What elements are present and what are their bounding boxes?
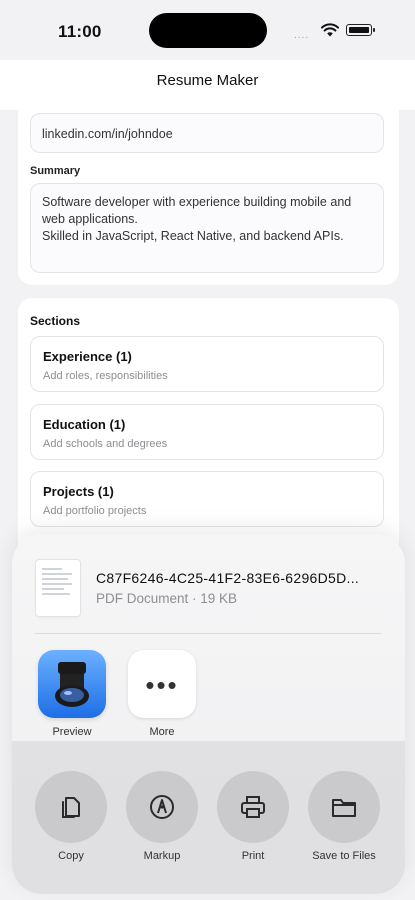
status-bar: 11:00 .... <box>0 0 415 60</box>
share-sheet: C87F6246-4C25-41F2-83E6-6296D5D... PDF D… <box>12 534 405 894</box>
dynamic-island <box>149 13 267 48</box>
sections-title: Sections <box>30 314 81 328</box>
file-meta: PDF Document · 19 KB <box>96 591 238 606</box>
battery-icon <box>346 24 375 36</box>
summary-label: Summary <box>30 165 81 177</box>
divider <box>34 633 382 634</box>
signal-icon: .... <box>294 30 310 41</box>
app-label: Preview <box>52 726 92 738</box>
linkedin-field[interactable]: linkedin.com/in/johndoe <box>30 113 384 153</box>
section-item-title: Experience (1) <box>43 349 132 364</box>
markup-label: Markup <box>143 850 181 862</box>
section-item-subtitle: Add roles, responsibilities <box>43 370 168 382</box>
section-item-title: Education (1) <box>43 417 126 432</box>
preview-app-button[interactable] <box>38 650 106 718</box>
section-item-education[interactable]: Education (1) Add schools and degrees <box>30 404 384 460</box>
preview-app-icon <box>55 662 89 707</box>
actions-row: Copy Markup Print Save to Files <box>12 741 405 894</box>
page-title: Resume Maker <box>156 72 259 89</box>
section-item-subtitle: Add portfolio projects <box>43 505 147 517</box>
copy-icon <box>62 797 80 818</box>
more-button[interactable]: ••• <box>128 650 196 718</box>
sections-card: Sections Experience (1) Add roles, respo… <box>18 298 399 558</box>
app-label: More <box>149 726 175 738</box>
section-item-experience[interactable]: Experience (1) Add roles, responsibiliti… <box>30 336 384 392</box>
save-to-files-button[interactable] <box>308 771 380 843</box>
section-item-projects[interactable]: Projects (1) Add portfolio projects <box>30 471 384 527</box>
folder-icon <box>332 799 356 817</box>
section-item-title: Projects (1) <box>43 484 114 499</box>
navigation-bar: Resume Maker <box>0 60 415 110</box>
print-button[interactable] <box>217 771 289 843</box>
pdf-thumbnail <box>36 560 80 616</box>
wifi-icon <box>321 23 339 37</box>
summary-field[interactable]: Software developer with experience build… <box>30 183 384 273</box>
markup-button[interactable] <box>126 771 198 843</box>
section-item-subtitle: Add schools and degrees <box>43 438 168 450</box>
markup-icon <box>150 795 174 819</box>
personal-info-card: linkedin.com/in/johndoe Summary Software… <box>18 105 399 285</box>
print-icon <box>241 796 265 818</box>
status-time: 11:00 <box>58 22 102 41</box>
copy-button[interactable] <box>35 771 107 843</box>
more-icon: ••• <box>145 670 179 700</box>
save-to-files-label: Save to Files <box>312 850 376 862</box>
copy-label: Copy <box>58 850 84 862</box>
print-label: Print <box>241 850 265 862</box>
file-name: C87F6246-4C25-41F2-83E6-6296D5D... <box>96 570 360 586</box>
